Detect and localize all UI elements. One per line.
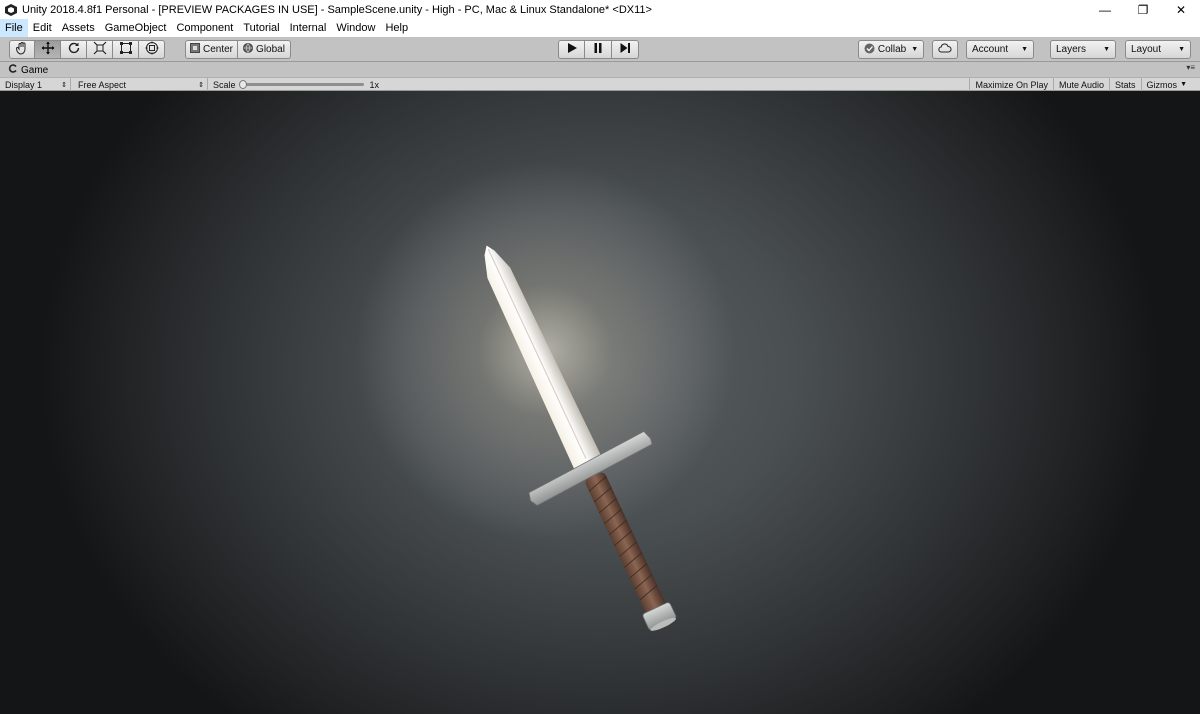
move-tool-button[interactable] xyxy=(35,40,61,59)
game-viewport[interactable] xyxy=(0,91,1200,714)
hand-icon xyxy=(15,41,29,58)
layout-group: Layout ▼ xyxy=(1125,40,1191,59)
select-arrows-icon: ⇕ xyxy=(61,81,67,89)
pivot-icon xyxy=(189,43,200,56)
pivot-global-button[interactable]: Global xyxy=(238,40,291,59)
menu-tutorial[interactable]: Tutorial xyxy=(238,19,284,37)
layers-dropdown[interactable]: Layers ▼ xyxy=(1050,40,1116,59)
rect-tool-button[interactable] xyxy=(113,40,139,59)
account-label: Account xyxy=(972,44,1009,55)
layout-label: Layout xyxy=(1131,44,1162,55)
play-button[interactable] xyxy=(558,40,585,59)
window-title: Unity 2018.4.8f1 Personal - [PREVIEW PAC… xyxy=(22,3,652,16)
scale-label: Scale xyxy=(213,79,236,90)
tab-game-label: Game xyxy=(21,64,49,76)
close-button[interactable]: ✕ xyxy=(1162,0,1200,19)
account-dropdown[interactable]: Account ▼ xyxy=(966,40,1034,59)
chevron-down-icon: ▼ xyxy=(911,46,919,53)
menu-assets[interactable]: Assets xyxy=(57,19,100,37)
pivot-global-label: Global xyxy=(256,44,285,55)
main-toolbar: Center Global Collab ▼ Account ▼ Layers … xyxy=(0,37,1200,62)
tab-options-icon[interactable]: ▾≡ xyxy=(1186,63,1195,72)
menu-internal[interactable]: Internal xyxy=(285,19,332,37)
scale-icon xyxy=(93,41,107,58)
sword-render xyxy=(345,111,745,631)
scale-value: 1x xyxy=(369,79,380,90)
menu-edit[interactable]: Edit xyxy=(28,19,57,37)
transform-icon xyxy=(145,41,159,58)
scale-tool-button[interactable] xyxy=(87,40,113,59)
gizmos-label: Gizmos xyxy=(1146,79,1178,90)
play-controls xyxy=(558,40,639,59)
menu-gameobject[interactable]: GameObject xyxy=(100,19,172,37)
mute-audio-toggle[interactable]: Mute Audio xyxy=(1053,78,1109,91)
transform-tools xyxy=(9,40,165,59)
scale-control: Scale 1x xyxy=(208,78,398,91)
scale-slider[interactable] xyxy=(238,80,364,89)
menu-help[interactable]: Help xyxy=(380,19,413,37)
rotate-icon xyxy=(67,41,81,58)
menu-component[interactable]: Component xyxy=(171,19,238,37)
chevron-down-icon: ▼ xyxy=(1103,46,1110,53)
cloud-icon xyxy=(938,43,952,56)
aspect-select-value: Free Aspect xyxy=(78,79,127,90)
game-view-toggles: Maximize On Play Mute Audio Stats Gizmos… xyxy=(969,78,1192,91)
unity-logo-icon xyxy=(4,3,18,17)
cloud-button[interactable] xyxy=(932,40,958,59)
menu-file[interactable]: File xyxy=(0,19,28,37)
menu-bar: File Edit Assets GameObject Component Tu… xyxy=(0,19,1200,37)
menu-window[interactable]: Window xyxy=(331,19,380,37)
pivot-center-label: Center xyxy=(202,44,233,55)
step-icon xyxy=(619,42,631,57)
minimize-button[interactable]: — xyxy=(1086,0,1124,19)
layers-group: Layers ▼ xyxy=(1050,40,1116,59)
pivot-center-button[interactable]: Center xyxy=(185,40,238,59)
globe-icon xyxy=(243,43,254,56)
gizmos-dropdown[interactable]: Gizmos ▼ xyxy=(1140,78,1192,91)
step-button[interactable] xyxy=(612,40,639,59)
chevron-down-icon: ▼ xyxy=(1180,81,1187,88)
display-select-value: Display 1 xyxy=(5,79,43,90)
layers-label: Layers xyxy=(1056,44,1087,55)
pause-icon xyxy=(592,42,604,57)
collab-group: Collab ▼ xyxy=(858,40,924,59)
rect-icon xyxy=(119,41,133,58)
account-group: Account ▼ xyxy=(966,40,1034,59)
chevron-down-icon: ▼ xyxy=(1021,46,1028,53)
collab-check-icon xyxy=(864,43,875,57)
play-icon xyxy=(566,42,578,57)
select-arrows-icon: ⇕ xyxy=(198,81,204,89)
pivot-controls: Center Global xyxy=(185,40,291,59)
title-bar: Unity 2018.4.8f1 Personal - [PREVIEW PAC… xyxy=(0,0,1200,19)
chevron-down-icon: ▼ xyxy=(1178,46,1185,53)
rotate-tool-button[interactable] xyxy=(61,40,87,59)
layout-dropdown[interactable]: Layout ▼ xyxy=(1125,40,1191,59)
maximize-on-play-toggle[interactable]: Maximize On Play xyxy=(969,78,1053,91)
stats-toggle[interactable]: Stats xyxy=(1109,78,1141,91)
scale-slider-thumb[interactable] xyxy=(238,80,247,89)
restore-button[interactable]: ❐ xyxy=(1124,0,1162,19)
aspect-select[interactable]: Free Aspect ⇕ xyxy=(73,78,208,91)
tab-game[interactable]: Game xyxy=(4,63,55,77)
tab-bar: Game ▾≡ xyxy=(0,62,1200,77)
move-icon xyxy=(41,41,55,58)
transform-tool-button[interactable] xyxy=(139,40,165,59)
collab-label: Collab xyxy=(877,44,907,55)
game-controller-icon xyxy=(8,64,17,76)
hand-tool-button[interactable] xyxy=(9,40,35,59)
cloud-group xyxy=(932,40,958,59)
display-select[interactable]: Display 1 ⇕ xyxy=(0,78,71,91)
collab-dropdown[interactable]: Collab ▼ xyxy=(858,40,924,59)
game-view-controls: Display 1 ⇕ Free Aspect ⇕ Scale 1x Maxim… xyxy=(0,77,1200,91)
pause-button[interactable] xyxy=(585,40,612,59)
